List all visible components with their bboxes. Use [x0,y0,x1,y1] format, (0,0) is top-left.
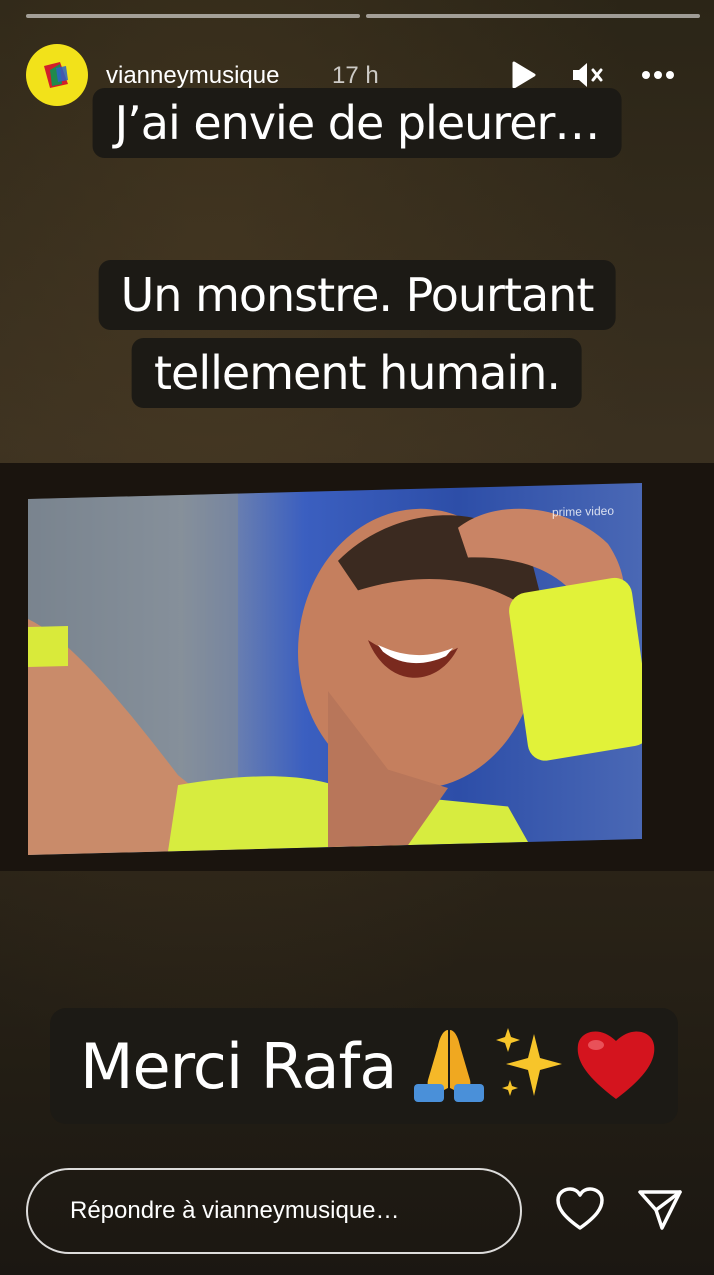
prime-video-watermark: prime video [551,503,614,520]
avatar[interactable] [26,44,88,106]
caption-text-2: Un monstre. Pourtant tellement humain. [98,256,616,412]
avatar-logo-icon [44,62,68,88]
progress-segment [26,14,360,18]
reply-input[interactable]: Répondre à vianneymusique… [26,1168,522,1254]
caption-line: Un monstre. Pourtant [98,260,616,330]
praying-hands-icon [410,1024,488,1109]
caption-line: Merci Rafa [80,1029,397,1103]
tennis-player-illustration [28,493,642,856]
like-button[interactable] [554,1184,606,1234]
caption-text-1: J’ai envie de pleurer… [92,84,622,162]
send-icon [638,1190,682,1230]
caption-line: tellement humain. [132,338,582,408]
reply-placeholder: Répondre à vianneymusique… [70,1197,400,1224]
caption-line: J’ai envie de pleurer… [92,88,622,158]
progress-segment [366,14,700,18]
story-progress [26,14,700,18]
tv-screen: prime video [28,482,642,856]
more-icon [642,71,674,79]
share-button[interactable] [634,1184,686,1234]
heart-icon [556,1187,604,1230]
sparkles-icon [494,1024,566,1109]
caption-text-3: Merci Rafa [50,1008,678,1124]
more-button[interactable] [640,60,676,90]
story-photo: prime video [0,463,714,871]
heart-emoji-icon [574,1025,658,1108]
